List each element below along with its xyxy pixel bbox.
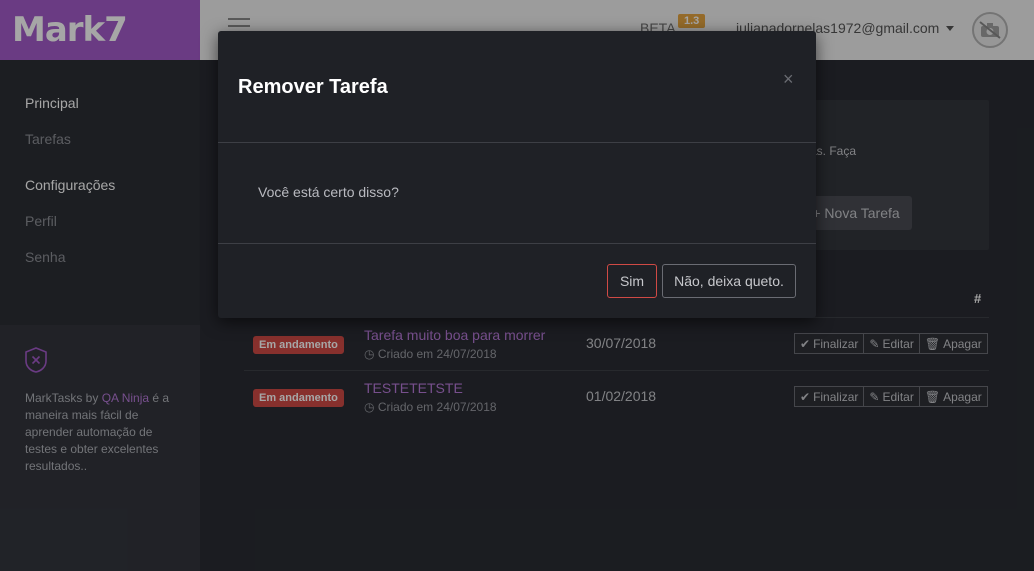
modal-divider	[218, 142, 816, 143]
modal-message: Você está certo disso?	[258, 184, 399, 200]
modal-title: Remover Tarefa	[238, 76, 388, 98]
confirm-button[interactable]: Sim	[607, 264, 657, 298]
cancel-button[interactable]: Não, deixa queto.	[662, 264, 796, 298]
close-icon[interactable]: ×	[783, 69, 794, 90]
modal-divider	[218, 243, 816, 244]
remove-task-modal: Remover Tarefa × Você está certo disso? …	[218, 31, 816, 318]
